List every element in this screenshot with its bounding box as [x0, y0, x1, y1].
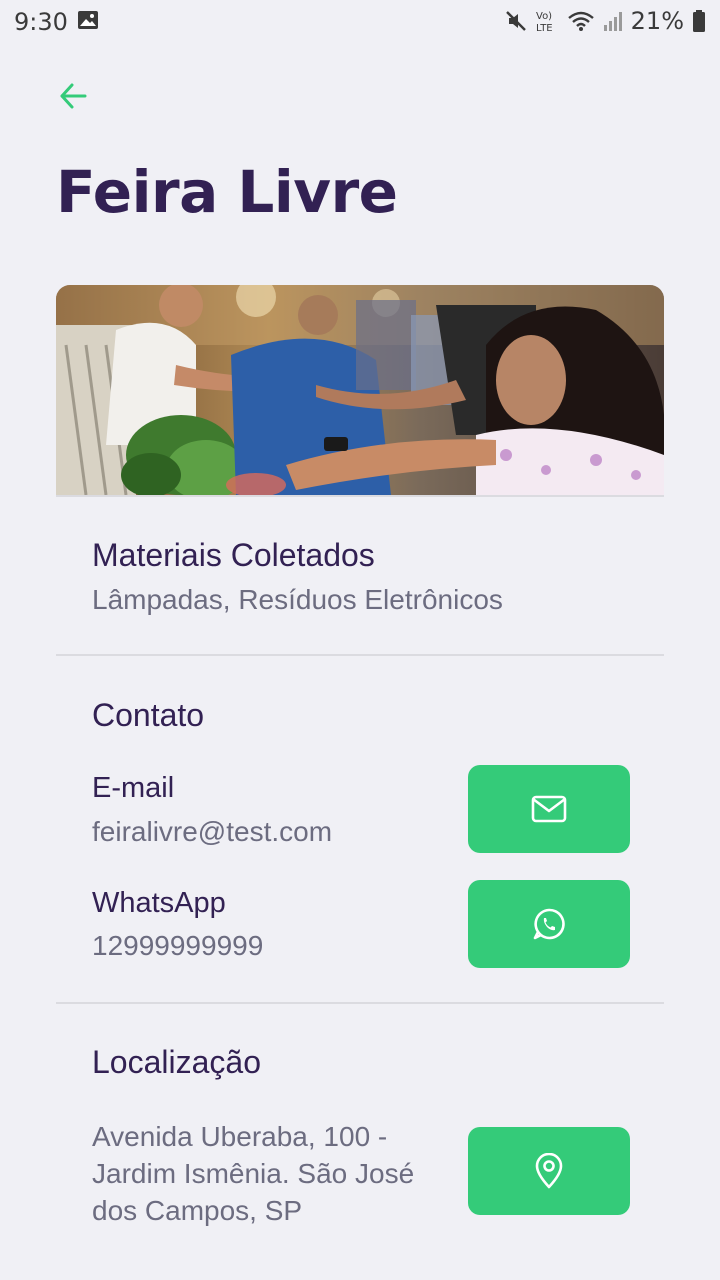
- market-photo: [56, 285, 664, 495]
- wifi-icon: [567, 11, 594, 31]
- whatsapp-value: 12999999999: [92, 930, 264, 961]
- divider: [56, 1002, 664, 1004]
- address-text: Avenida Uberaba, 100 - Jardim Ismênia. S…: [92, 1121, 415, 1226]
- map-pin-icon: [535, 1153, 563, 1189]
- svg-text:LTE: LTE: [536, 23, 553, 33]
- volte-icon: Vo) LTE: [536, 11, 553, 33]
- contact-title: Contato: [92, 697, 205, 733]
- gallery-icon: [78, 11, 98, 29]
- map-button[interactable]: [468, 1127, 630, 1215]
- location-title: Localização: [92, 1044, 261, 1080]
- email-button[interactable]: [468, 765, 630, 853]
- status-bar: 9:30 Vo) LTE 21%: [0, 0, 720, 44]
- signal-icon: [603, 12, 622, 31]
- back-button[interactable]: [56, 80, 90, 112]
- whatsapp-icon: [533, 908, 565, 940]
- mail-icon: [531, 795, 567, 823]
- page-title: Feira Livre: [56, 158, 398, 226]
- email-value: feiralivre@test.com: [92, 816, 333, 847]
- mute-icon: [505, 11, 526, 31]
- whatsapp-button[interactable]: [468, 880, 630, 968]
- svg-text:Vo): Vo): [536, 11, 552, 22]
- arrow-left-icon: [60, 83, 87, 109]
- status-icons: Vo) LTE 21%: [505, 7, 706, 35]
- whatsapp-label: WhatsApp: [92, 887, 226, 919]
- materials-title: Materiais Coletados: [92, 537, 375, 573]
- email-label: E-mail: [92, 772, 175, 804]
- materials-value: Lâmpadas, Resíduos Eletrônicos: [92, 584, 503, 615]
- status-time: 9:30: [14, 8, 68, 36]
- divider: [56, 654, 664, 656]
- divider: [56, 495, 664, 497]
- battery-icon: [693, 10, 705, 32]
- battery-percent: 21%: [630, 7, 684, 35]
